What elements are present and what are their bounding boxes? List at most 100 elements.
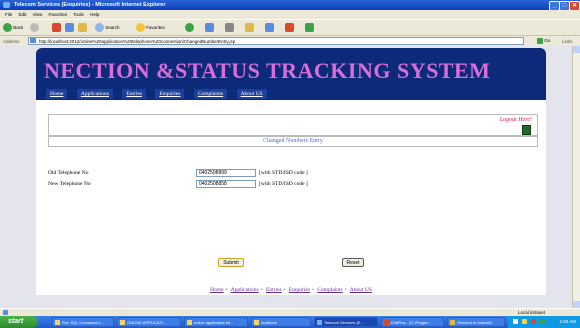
old-number-label: Old Telephone No <box>48 170 89 176</box>
scroll-down-arrow[interactable] <box>573 301 580 308</box>
footer-complaints[interactable]: Complaints <box>317 287 342 293</box>
page-subtitle: Changed Numbers Entry <box>48 136 538 147</box>
menu-tools[interactable]: Tools <box>73 12 84 17</box>
vertical-scrollbar[interactable] <box>572 46 580 308</box>
old-number-row: Old Telephone No [with STD/ISD code ] <box>48 169 538 178</box>
tomcat-icon <box>450 320 455 325</box>
nav-complaints[interactable]: Complaints <box>193 89 228 99</box>
toolbar: Back Search Favorites <box>0 19 580 36</box>
history-icon <box>185 23 194 33</box>
logout-box: Logout Here! <box>48 114 538 136</box>
nav-applications[interactable]: Applications <box>76 89 113 99</box>
messenger-button[interactable] <box>285 23 294 33</box>
network-icon[interactable] <box>513 319 518 324</box>
research-button[interactable] <box>305 23 314 33</box>
task-localhost[interactable]: localhost <box>251 317 311 327</box>
print-button[interactable] <box>225 23 234 33</box>
mail-icon <box>205 23 214 33</box>
footer-about-us[interactable]: About US <box>350 287 372 293</box>
star-icon <box>136 23 145 33</box>
old-number-hint: [with STD/ISD code ] <box>259 170 308 176</box>
address-input[interactable]: http://localhost:2012/online%20applicati… <box>28 37 524 45</box>
app-icon <box>120 320 125 325</box>
messenger-icon <box>285 23 294 33</box>
task-online-application[interactable]: ONLINE APPLICATI... <box>117 317 181 327</box>
ie-icon <box>317 320 322 325</box>
home-button[interactable] <box>78 23 87 33</box>
site-title: NECTION &STATUS TRACKING SYSTEM <box>44 58 491 83</box>
new-number-row: New Telephone No [with STD/ISD code ] <box>48 180 538 189</box>
page-status-icon <box>3 310 8 315</box>
menu-help[interactable]: Help <box>90 12 99 17</box>
mail-button[interactable] <box>205 23 214 33</box>
old-number-input[interactable] <box>196 169 256 177</box>
folder-icon <box>187 320 192 325</box>
clock: 1:55 AM <box>559 319 576 324</box>
refresh-icon <box>65 23 74 33</box>
discuss-icon <box>265 23 274 33</box>
site-banner: NECTION &STATUS TRACKING SYSTEM Home App… <box>36 48 546 100</box>
nav-enquiries[interactable]: Enquiries <box>155 89 185 99</box>
favorites-button[interactable]: Favorites <box>136 23 165 33</box>
refresh-button[interactable] <box>65 23 74 33</box>
research-icon <box>305 23 314 33</box>
content-panel: Logout Here! Changed Numbers Entry Old T… <box>36 100 546 295</box>
forward-arrow-icon <box>30 23 39 33</box>
home-icon[interactable] <box>522 125 531 135</box>
page-icon <box>30 38 36 43</box>
task-editplus[interactable]: EditPlus - [C:\Progra... <box>381 317 444 327</box>
print-icon <box>225 23 234 33</box>
nav-entries[interactable]: Entries <box>122 89 146 99</box>
go-button[interactable]: Go <box>537 37 557 45</box>
folder-icon <box>254 320 259 325</box>
task-online-application-tel[interactable]: online application tel... <box>184 317 248 327</box>
window-title: Telecom Services (Enquiries) - Microsoft… <box>14 2 166 8</box>
antivirus-icon[interactable] <box>531 319 536 324</box>
menu-edit[interactable]: Edit <box>19 12 27 17</box>
home-icon <box>78 23 87 33</box>
submit-button[interactable]: Submit <box>218 258 244 267</box>
menu-file[interactable]: File <box>5 12 12 17</box>
footer-nav: Home • Applications • Entries • Enquiries • … <box>210 287 372 293</box>
back-arrow-icon <box>3 23 12 33</box>
task-telecom-services[interactable]: Telecom Services (E... <box>314 317 378 327</box>
volume-icon[interactable] <box>522 319 527 324</box>
editplus-icon <box>384 320 389 325</box>
search-button[interactable]: Search <box>95 23 120 33</box>
footer-enquiries[interactable]: Enquiries <box>289 287 310 293</box>
footer-applications[interactable]: Applications <box>231 287 259 293</box>
top-nav: Home Applications Entries Enquiries Comp… <box>46 89 275 99</box>
forward-button[interactable] <box>30 23 39 33</box>
history-button[interactable] <box>185 23 194 33</box>
new-number-hint: [with STD/ISD code ] <box>259 181 308 187</box>
task-tomcat[interactable]: Shortcut to tomcat6 <box>447 317 505 327</box>
tray-app-icon[interactable] <box>540 319 545 324</box>
go-arrow-icon <box>537 37 543 44</box>
footer-home[interactable]: Home <box>210 287 223 293</box>
back-button[interactable]: Back <box>3 23 23 33</box>
app-icon <box>55 320 60 325</box>
ie-icon <box>3 2 10 8</box>
folder-icon <box>245 23 254 33</box>
footer-entries[interactable]: Entries <box>266 287 282 293</box>
nav-home[interactable]: Home <box>46 89 68 99</box>
menu-view[interactable]: View <box>33 12 43 17</box>
title-bar: Telecom Services (Enquiries) - Microsoft… <box>0 0 580 11</box>
task-run-sql[interactable]: Run SQL Command L... <box>52 317 114 327</box>
page-viewport: NECTION &STATUS TRACKING SYSTEM Home App… <box>0 46 572 308</box>
new-number-label: New Telephone No <box>48 181 91 187</box>
discuss-button[interactable] <box>265 23 274 33</box>
stop-icon <box>52 23 61 33</box>
logout-link[interactable]: Logout Here! <box>500 117 532 123</box>
edit-button[interactable] <box>245 23 254 33</box>
start-button[interactable]: start <box>0 316 38 328</box>
new-number-input[interactable] <box>196 180 256 188</box>
menu-favorites[interactable]: Favorites <box>49 12 68 17</box>
nav-about-us[interactable]: About US <box>236 89 267 99</box>
reset-button[interactable]: Reset <box>342 258 364 267</box>
stop-button[interactable] <box>52 23 61 33</box>
taskbar: start Run SQL Command L... ONLINE APPLIC… <box>0 316 580 328</box>
menu-bar: File Edit View Favorites Tools Help <box>0 10 580 19</box>
scroll-up-arrow[interactable] <box>573 46 580 53</box>
system-tray: 1:55 AM <box>508 316 580 328</box>
